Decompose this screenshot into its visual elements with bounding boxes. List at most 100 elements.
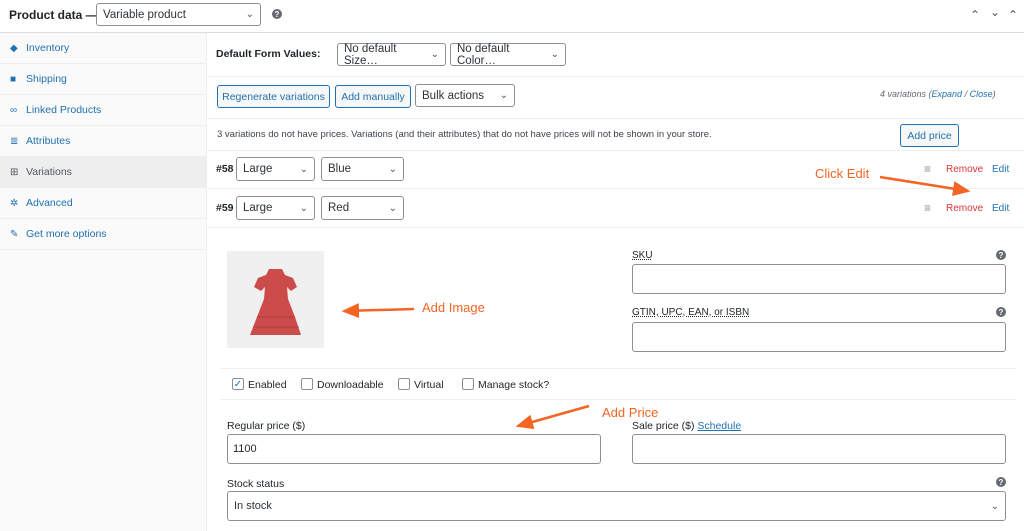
sale-price-input[interactable]: [632, 434, 1006, 464]
chevron-down-icon: ⌄: [430, 49, 439, 60]
variation-color-value: Red: [328, 202, 350, 214]
tab-attributes[interactable]: ≣ Attributes: [0, 126, 206, 157]
tab-linked-products[interactable]: ∞ Linked Products: [0, 95, 206, 126]
variation-id: #58: [216, 163, 234, 175]
variation-image-thumbnail[interactable]: [227, 251, 324, 348]
drag-handle-icon[interactable]: ≡: [924, 201, 931, 215]
gtin-input[interactable]: [632, 322, 1006, 352]
truck-icon: ■: [10, 73, 17, 85]
product-data-tabs: ◆ Inventory ■ Shipping ∞ Linked Products…: [0, 33, 207, 531]
add-manually-button[interactable]: Add manually: [335, 85, 411, 108]
tab-label: Linked Products: [26, 104, 102, 116]
variation-size-value: Large: [243, 163, 273, 175]
stock-status-label: Stock status: [227, 478, 285, 490]
virtual-checkbox[interactable]: [398, 378, 410, 390]
edit-variation-link[interactable]: Edit: [992, 164, 1009, 175]
manage-stock-checkbox[interactable]: [462, 378, 474, 390]
regular-price-label: Regular price ($): [227, 420, 306, 432]
close-link[interactable]: Close: [970, 89, 993, 99]
default-color-select[interactable]: No default Color… ⌄: [450, 42, 566, 67]
add-price-annotation: Add Price: [602, 405, 659, 420]
bulk-actions-select[interactable]: Bulk actions ⌄: [415, 84, 515, 107]
sku-input[interactable]: [632, 264, 1006, 294]
tab-get-more-options[interactable]: ✎ Get more options: [0, 219, 206, 250]
add-price-button[interactable]: Add price: [900, 124, 959, 147]
link-icon: ∞: [10, 104, 18, 116]
product-data-title: Product data —: [9, 8, 98, 22]
downloadable-label: Downloadable: [317, 379, 384, 391]
add-image-annotation: Add Image: [422, 300, 485, 315]
link-separator: /: [964, 89, 968, 99]
default-color-value: No default Color…: [457, 42, 510, 67]
sale-price-label-wrap: Sale price ($) Schedule: [632, 420, 741, 432]
manage-stock-label: Manage stock?: [478, 379, 550, 391]
tab-advanced[interactable]: ✲ Advanced: [0, 188, 206, 219]
variation-size-select[interactable]: Large ⌄: [236, 157, 315, 181]
regular-price-value: 1100: [233, 443, 257, 455]
remove-variation-link[interactable]: Remove: [946, 203, 983, 214]
default-size-select[interactable]: No default Size… ⌄: [337, 42, 446, 67]
default-size-value: No default Size…: [344, 42, 397, 67]
drag-handle-icon[interactable]: ≡: [924, 162, 931, 176]
chevron-down-icon: ⌄: [499, 90, 508, 101]
variation-size-select[interactable]: Large ⌄: [236, 196, 315, 220]
move-down-icon[interactable]: ⌄: [990, 5, 1000, 19]
tab-inventory[interactable]: ◆ Inventory: [0, 33, 206, 64]
expand-link[interactable]: Expand: [932, 89, 963, 99]
chevron-down-icon: ⌄: [299, 202, 308, 214]
variation-color-select[interactable]: Red ⌄: [321, 196, 404, 220]
chevron-down-icon: ⌄: [388, 202, 397, 214]
help-icon[interactable]: ?: [996, 250, 1006, 260]
dress-image: [250, 269, 301, 335]
regenerate-variations-button[interactable]: Regenerate variations: [217, 85, 330, 108]
default-values-label: Default Form Values:: [216, 48, 321, 60]
gtin-label: GTIN, UPC, EAN, or ISBN: [632, 307, 750, 318]
gear-icon: ✲: [10, 197, 19, 209]
grid-icon: ⊞: [10, 166, 19, 178]
click-edit-annotation: Click Edit: [815, 166, 870, 181]
schedule-link[interactable]: Schedule: [697, 420, 741, 432]
enabled-label: Enabled: [248, 379, 287, 391]
chevron-down-icon: ⌄: [388, 163, 397, 175]
variation-id: #59: [216, 202, 234, 214]
stock-status-select[interactable]: In stock ⌄: [227, 491, 1006, 521]
tab-label: Attributes: [26, 135, 71, 147]
help-icon[interactable]: ?: [272, 9, 282, 19]
virtual-label: Virtual: [414, 379, 444, 391]
regular-price-input[interactable]: 1100: [227, 434, 601, 464]
sku-label: SKU: [632, 250, 653, 261]
tab-label: Inventory: [26, 42, 70, 54]
help-icon[interactable]: ?: [996, 307, 1006, 317]
chevron-down-icon: ⌄: [299, 163, 308, 175]
chevron-down-icon: ⌄: [245, 9, 254, 20]
chevron-down-icon: ⌄: [990, 500, 999, 512]
tab-variations[interactable]: ⊞ Variations: [0, 157, 206, 188]
enabled-checkbox[interactable]: ✓: [232, 378, 244, 390]
variation-color-select[interactable]: Blue ⌄: [321, 157, 404, 181]
tab-label: Variations: [26, 166, 72, 178]
list-icon: ≣: [10, 135, 19, 147]
collapse-up-icon[interactable]: ⌃: [970, 8, 980, 22]
variation-size-value: Large: [243, 202, 273, 214]
toggle-panel-icon[interactable]: ⌃: [1008, 8, 1018, 22]
bulk-actions-value: Bulk actions: [422, 89, 485, 102]
remove-variation-link[interactable]: Remove: [946, 164, 983, 175]
product-type-select[interactable]: Variable product ⌄: [96, 3, 261, 26]
product-data-header: Product data — Variable product ⌄ ? ⌃ ⌄ …: [0, 0, 1024, 33]
plugin-icon: ✎: [10, 228, 19, 240]
edit-variation-link[interactable]: Edit: [992, 203, 1009, 214]
variation-color-value: Blue: [328, 163, 352, 175]
stock-status-value: In stock: [234, 500, 272, 512]
help-icon[interactable]: ?: [996, 477, 1006, 487]
inventory-icon: ◆: [10, 42, 18, 54]
default-values-row: [208, 33, 1024, 77]
sale-price-label: Sale price ($): [632, 420, 695, 432]
tab-label: Advanced: [26, 197, 73, 209]
chevron-down-icon: ⌄: [550, 49, 559, 60]
tab-label: Get more options: [26, 228, 107, 240]
missing-prices-notice: 3 variations do not have prices. Variati…: [217, 129, 712, 140]
tab-label: Shipping: [26, 73, 67, 85]
downloadable-checkbox[interactable]: [301, 378, 313, 390]
tab-shipping[interactable]: ■ Shipping: [0, 64, 206, 95]
variations-count: 4 variations: [880, 89, 927, 99]
